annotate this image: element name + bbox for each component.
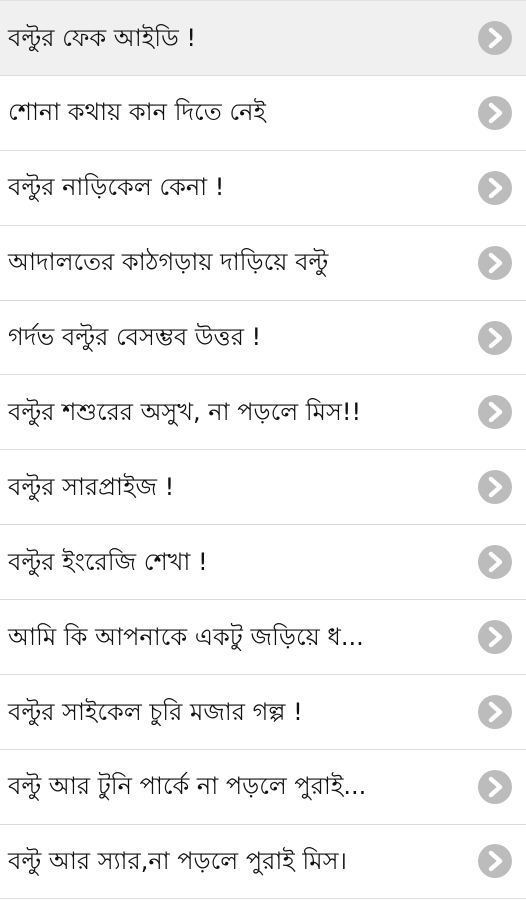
chevron-right-icon[interactable] xyxy=(478,844,512,879)
list-item[interactable]: বল্টুর ফেক আইডি ! xyxy=(0,0,526,75)
chevron-right-icon[interactable] xyxy=(478,170,512,205)
chevron-right-icon[interactable] xyxy=(478,395,512,430)
chevron-right-icon[interactable] xyxy=(478,694,512,729)
list-item-label: বল্টু আর টুনি পার্কে না পড়লে পুরাই... xyxy=(8,772,367,801)
list-item[interactable]: বল্টুর শশুরের অসুখ, না পড়লে মিস!! xyxy=(0,374,526,450)
chevron-right-icon[interactable] xyxy=(478,95,512,130)
list-item-label: বল্টুর ফেক আইডি ! xyxy=(8,23,197,52)
list-item-label: বল্টু আর স্যার,না পড়লে পুরাই মিস। xyxy=(8,846,348,875)
list-item-label: আদালতের কাঠগড়ায় দাড়িয়ে বল্টু xyxy=(8,248,329,277)
chevron-right-icon[interactable] xyxy=(478,545,512,580)
list-item[interactable]: বল্টুর সাইকেল চুরি মজার গল্প ! xyxy=(0,674,526,749)
chevron-right-icon[interactable] xyxy=(478,20,512,55)
chevron-right-icon[interactable] xyxy=(478,245,512,280)
list-item[interactable]: গর্দভ বল্টুর বেসম্ভব উত্তর ! xyxy=(0,299,526,375)
chevron-right-icon[interactable] xyxy=(478,620,512,655)
list-item-label: বল্টুর সাইকেল চুরি মজার গল্প ! xyxy=(8,697,303,726)
list-item-label: আমি কি আপনাকে একটু জড়িয়ে ধ... xyxy=(8,622,364,651)
chevron-right-icon[interactable] xyxy=(478,769,512,804)
list-item[interactable]: শোনা কথায় কান দিতে নেই xyxy=(0,74,526,150)
list-item[interactable]: বল্টু আর টুনি পার্কে না পড়লে পুরাই... xyxy=(0,748,526,824)
list-item[interactable]: আমি কি আপনাকে একটু জড়িয়ে ধ... xyxy=(0,599,526,675)
list-item[interactable]: বল্টুর ইংরেজি শেখা ! xyxy=(0,524,526,600)
list-item[interactable]: বল্টুর সারপ্রাইজ ! xyxy=(0,449,526,525)
list-item-label: শোনা কথায় কান দিতে নেই xyxy=(8,98,266,127)
list-item-label: বল্টুর ইংরেজি শেখা ! xyxy=(8,547,208,576)
chevron-right-icon[interactable] xyxy=(478,320,512,355)
list-item[interactable]: বল্টু আর স্যার,না পড়লে পুরাই মিস। xyxy=(0,823,526,899)
chevron-right-icon[interactable] xyxy=(478,470,512,505)
list-item-label: বল্টুর সারপ্রাইজ ! xyxy=(8,472,175,501)
list-item-label: গর্দভ বল্টুর বেসম্ভব উত্তর ! xyxy=(8,323,262,352)
list-item-label: বল্টুর নাড়িকেল কেনা ! xyxy=(8,173,225,202)
list-item[interactable]: আদালতের কাঠগড়ায় দাড়িয়ে বল্টু xyxy=(0,224,526,300)
story-list: বল্টুর ফেক আইডি ! শোনা কথায় কান দিতে নে… xyxy=(0,0,526,899)
list-item-label: বল্টুর শশুরের অসুখ, না পড়লে মিস!! xyxy=(8,398,362,426)
list-item[interactable]: বল্টুর নাড়িকেল কেনা ! xyxy=(0,149,526,225)
